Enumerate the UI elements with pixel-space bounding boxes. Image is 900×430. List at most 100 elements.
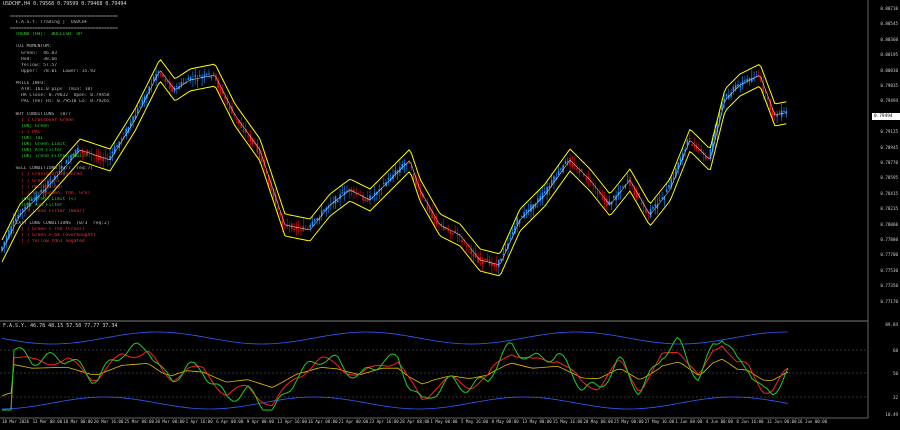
time-tick-label: 21 Apr 00:00 — [338, 419, 369, 424]
candle-body — [783, 111, 785, 113]
panel-line: [ ] Yellow Ydn1 negated — [10, 239, 85, 245]
price-tick-label: 0.77880 — [880, 237, 898, 242]
candle-body — [744, 80, 746, 82]
candle-body — [449, 231, 452, 235]
osc-yellow-line — [1, 358, 789, 397]
candle-body — [665, 189, 668, 193]
candle-body — [307, 228, 309, 230]
price-tick-label: 0.80545 — [880, 21, 898, 27]
time-tick-label: 11 Jun 08:00 — [767, 419, 797, 424]
osc-lower-band — [1, 396, 789, 410]
price-tick-label: 0.77170 — [880, 298, 898, 304]
osc-tick-label: 10.49 — [885, 412, 898, 417]
candle-body — [461, 239, 463, 243]
info-panel: ======================================= … — [10, 14, 150, 246]
candle-body — [334, 196, 337, 204]
candle-body — [159, 73, 162, 75]
candle-body — [366, 197, 369, 202]
candle-body — [208, 73, 210, 75]
price-tick-label: 0.80710 — [880, 6, 898, 11]
chart-title: USDCHF,H4 0.79568 0.79599 0.79468 0.7949… — [3, 1, 127, 7]
candle-body — [456, 234, 459, 236]
candle-body — [277, 206, 279, 210]
candle-body — [557, 170, 560, 175]
candle-body — [247, 135, 249, 137]
candle-body — [688, 137, 691, 140]
price-tick-label: 0.80010 — [880, 67, 898, 73]
time-tick-label: 13 May 00:00 — [522, 419, 552, 424]
candle-body — [495, 264, 498, 268]
price-tick-label: 0.80195 — [880, 52, 898, 58]
candle-body — [521, 216, 523, 218]
candle-body — [691, 144, 693, 147]
price-tick-label: 0.79494 — [880, 98, 898, 104]
price-tick-label: 0.77350 — [880, 283, 898, 289]
candle-body — [776, 114, 778, 117]
time-tick-label: 4 Jun 00:00 — [705, 419, 733, 424]
candle-body — [210, 75, 213, 78]
candle-body — [194, 75, 196, 77]
candle-body — [435, 220, 438, 225]
current-price-label: 0.79494 — [872, 113, 900, 120]
time-tick-label: 10 Mar 2026 — [2, 419, 30, 424]
time-tick-label: 8 Jun 16:00 — [736, 419, 764, 424]
candle-body — [196, 79, 199, 81]
candle-body — [153, 76, 155, 82]
candle-body — [659, 199, 661, 201]
candle-body — [725, 94, 728, 97]
price-tick-label: 0.78770 — [880, 160, 898, 165]
time-tick-label: 13 Mar 08:00 — [32, 419, 63, 424]
candle-body — [408, 162, 410, 164]
time-tick-label: 25 Mar 08:00 — [124, 419, 154, 424]
candle-body — [785, 110, 788, 114]
candle-body — [571, 163, 574, 167]
price-tick-label: 0.77700 — [880, 252, 898, 258]
candle-body — [753, 78, 755, 80]
candle-body — [284, 227, 286, 229]
price-tick-label: 0.78415 — [880, 190, 898, 196]
candle-body — [486, 258, 489, 262]
candle-body — [502, 253, 505, 256]
candle-body — [698, 149, 700, 152]
candle-body — [369, 195, 371, 200]
time-tick-label: 1 Jun 08:00 — [675, 419, 703, 424]
time-tick-label: 18 Mar 00:00 — [63, 419, 93, 424]
time-tick-label: 15 May 16:00 — [552, 419, 583, 424]
candle-body — [578, 170, 581, 174]
osc-tick-label: 50 — [892, 371, 898, 376]
candle-body — [739, 86, 742, 88]
candle-body — [693, 145, 696, 148]
candle-body — [256, 143, 259, 153]
candle-body — [511, 231, 514, 235]
candle-body — [564, 161, 567, 165]
time-tick-label: 20 May 08:00 — [583, 419, 613, 424]
time-tick-label: 9 Apr 00:00 — [246, 419, 274, 424]
time-tick-label: 6 Apr 08:00 — [216, 419, 244, 424]
candle-body — [164, 79, 167, 82]
candle-body — [498, 259, 500, 267]
time-tick-label: 25 May 00:00 — [614, 419, 644, 424]
time-tick-label: 1 Apr 16:00 — [185, 419, 213, 424]
candle-body — [544, 191, 546, 194]
time-tick-label: 28 Apr 08:00 — [399, 419, 430, 424]
osc-tick-label: 32 — [892, 395, 898, 400]
candle-body — [732, 87, 735, 92]
candle-body — [323, 209, 325, 211]
candle-body — [601, 197, 604, 199]
price-tick-label: 0.77530 — [880, 267, 898, 273]
candle-body — [362, 194, 364, 201]
candle-body — [525, 209, 528, 213]
time-tick-label: 16 Apr 08:00 — [308, 419, 338, 424]
candle-body — [576, 168, 578, 170]
candle-body — [652, 206, 654, 209]
candle-body — [481, 258, 484, 265]
candle-body — [219, 88, 222, 92]
price-tick-label: 0.78235 — [880, 206, 898, 212]
time-tick-label: 30 Mar 00:00 — [155, 419, 185, 424]
candle-body — [596, 192, 599, 194]
candle-body — [187, 78, 190, 80]
time-tick-label: 5 May 16:00 — [461, 419, 489, 424]
candle-body — [585, 177, 587, 180]
candle-body — [150, 83, 153, 85]
price-tick-label: 0.78060 — [880, 221, 898, 227]
